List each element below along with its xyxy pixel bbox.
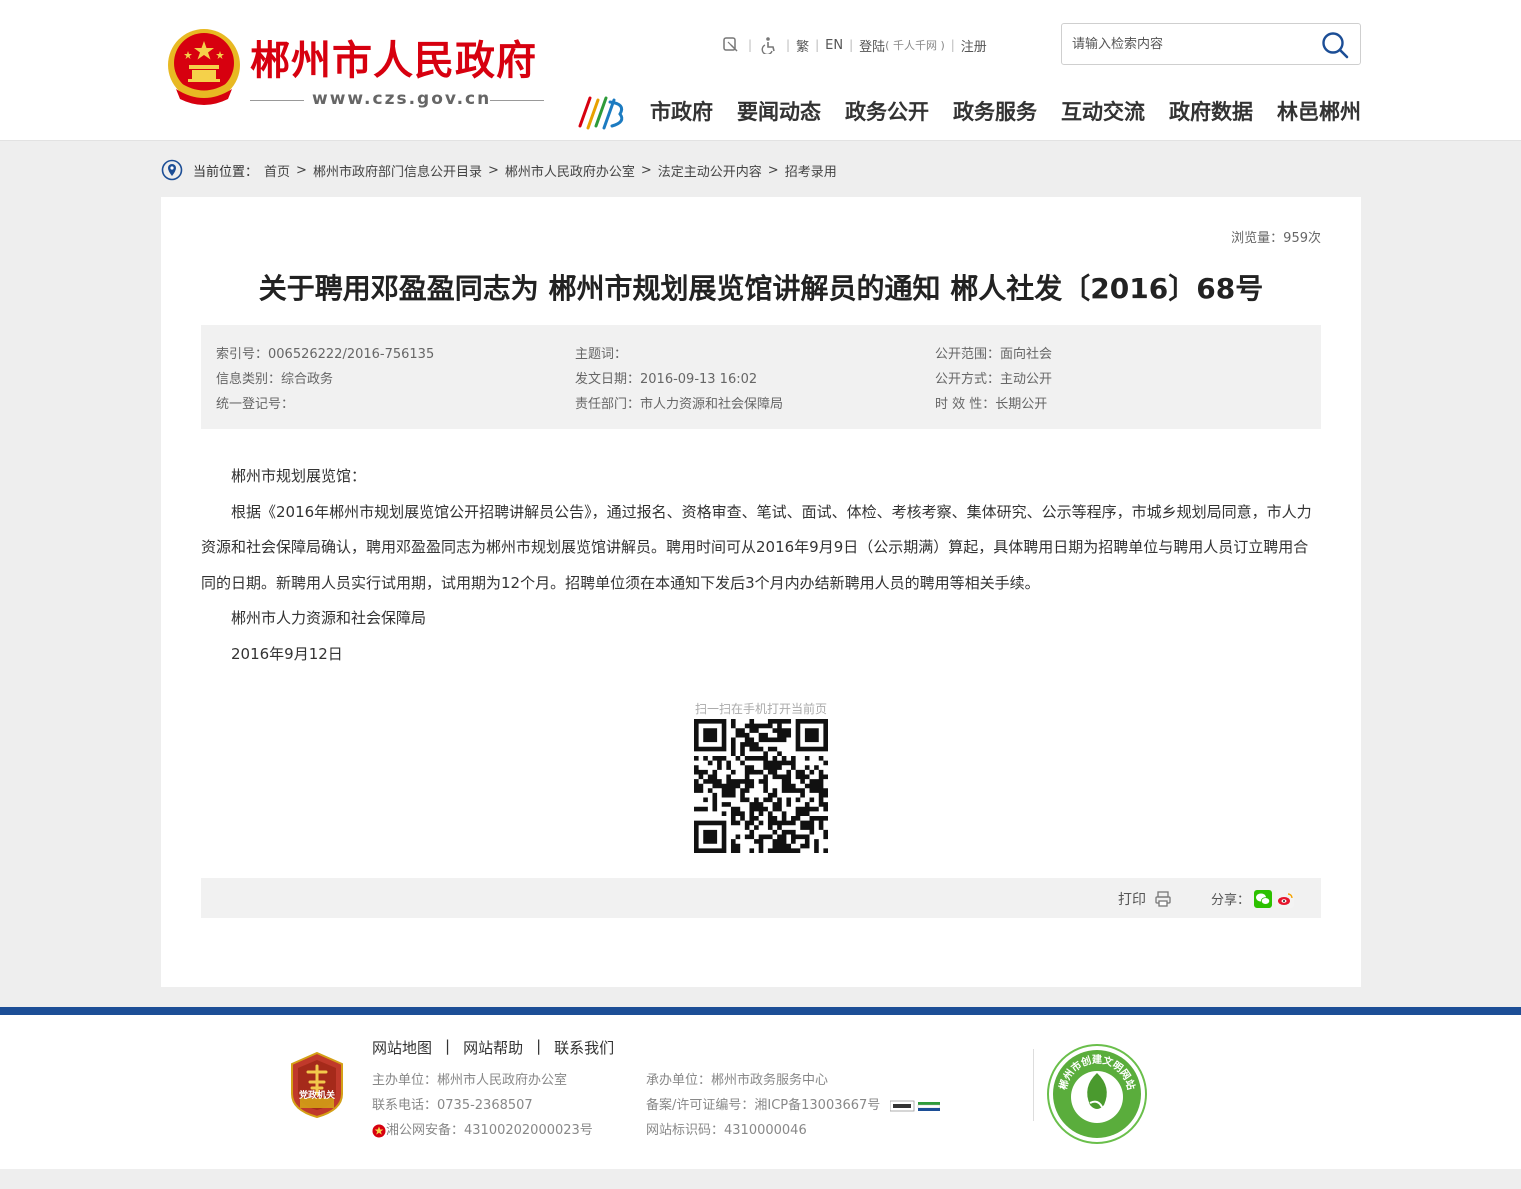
nav-item-linyi-chenzhou[interactable]: 林邑郴州: [1277, 96, 1361, 128]
breadcrumb-separator: >: [767, 162, 779, 178]
breadcrumb-item-office[interactable]: 郴州市人民政府办公室: [505, 161, 635, 180]
nav-item-government-affairs[interactable]: 政务公开: [845, 96, 929, 128]
url-divider-left: [250, 100, 304, 101]
meta-column: 主题词： 发文日期：2016-09-13 16:02 责任部门：市人力资源和社会…: [575, 342, 783, 417]
meta-disclosure-method: 公开方式：主动公开: [935, 372, 1053, 387]
footer-bottom-strip: [0, 1169, 1521, 1189]
footer-accent-bar: [0, 1007, 1521, 1015]
share-group: 分享：: [1211, 889, 1295, 908]
body-signature: 郴州市人力资源和社会保障局: [231, 609, 427, 627]
nav-item-interaction[interactable]: 互动交流: [1061, 96, 1145, 128]
breadcrumb-home[interactable]: 首页: [264, 161, 290, 180]
footer-link-sitemap[interactable]: 网站地图: [372, 1037, 432, 1058]
meta-keywords: 主题词：: [575, 347, 628, 362]
nav-item-services[interactable]: 政务服务: [953, 96, 1037, 128]
site-name[interactable]: 郴州市人民政府: [250, 36, 537, 86]
location-pin-icon: [161, 159, 183, 181]
search-box: [1061, 23, 1361, 65]
body-paragraph: 根据《2016年郴州市规划展览馆公开招聘讲解员公告》，通过报名、资格审查、笔试、…: [201, 502, 1312, 592]
breadcrumb-item-recruitment[interactable]: 招考录用: [785, 161, 837, 180]
top-link-separator: |: [849, 38, 854, 52]
footer-host: 主办单位：郴州市人民政府办公室: [372, 1073, 568, 1088]
national-emblem-icon[interactable]: [164, 27, 244, 109]
login-link[interactable]: 登陆: [859, 36, 885, 55]
screen-reader-icon[interactable]: [720, 34, 742, 56]
footer-link-separator: |: [536, 1037, 542, 1055]
meta-scope: 公开范围：面向社会: [935, 347, 1053, 362]
meta-issue-date: 发文日期：2016-09-13 16:02: [575, 372, 758, 387]
footer-organizer: 承办单位：郴州市政务服务中心: [646, 1073, 829, 1088]
meta-index-number: 索引号：006526222/2016-756135: [216, 347, 435, 362]
breadcrumb-separator: >: [296, 162, 307, 178]
meta-registration-number: 统一登记号：: [216, 397, 295, 412]
article-panel: 浏览量：959次 关于聘用邓盈盈同志为 郴州市规划展览馆讲解员的通知 郴人社发〔…: [161, 197, 1361, 987]
site-url: www.czs.gov.cn: [312, 89, 492, 109]
footer-site-id: 网站标识码：4310000046: [646, 1123, 807, 1138]
nav-item-news[interactable]: 要闻动态: [737, 96, 821, 128]
city-logo-icon: [578, 96, 624, 130]
wechat-icon[interactable]: [1254, 889, 1273, 908]
print-button[interactable]: 打印: [1118, 889, 1172, 909]
footer-police-record[interactable]: 湘公网安备：43100202000023号: [372, 1118, 593, 1143]
qr-code: [694, 719, 828, 853]
footer-link-help[interactable]: 网站帮助: [463, 1037, 523, 1058]
meta-department: 责任部门：市人力资源和社会保障局: [575, 397, 784, 412]
party-government-badge-icon[interactable]: [290, 1052, 344, 1118]
meta-category: 信息类别：综合政务: [216, 372, 334, 387]
article-meta: 索引号：006526222/2016-756135 信息类别：综合政务 统一登记…: [201, 325, 1321, 429]
footer-phone: 联系电话：0735-2368507: [372, 1098, 533, 1113]
body-salutation: 郴州市规划展览馆：: [231, 467, 367, 485]
civilized-website-badge-icon[interactable]: 郴州市创建文明网站: [1046, 1043, 1148, 1145]
traditional-chinese-link[interactable]: 繁: [796, 36, 809, 55]
top-link-separator: |: [950, 38, 955, 52]
top-link-separator: |: [815, 38, 820, 52]
top-links: | | 繁 | EN | 登陆 ( 千人千网 ) | 注册: [720, 33, 987, 57]
top-link-separator: |: [748, 38, 753, 52]
login-note: ( 千人千网 ): [885, 39, 945, 52]
nav-item-city-government[interactable]: 市政府: [650, 96, 713, 128]
print-label: 打印: [1118, 892, 1146, 908]
english-link[interactable]: EN: [825, 38, 843, 53]
article-toolbar: 打印 分享：: [201, 878, 1321, 918]
body-date: 2016年9月12日: [231, 644, 343, 663]
register-link[interactable]: 注册: [961, 36, 987, 55]
breadcrumb: 当前位置： 首页 > 郴州市政府部门信息公开目录 > 郴州市人民政府办公室 > …: [161, 158, 837, 182]
printer-icon: [1155, 891, 1171, 907]
top-link-separator: |: [786, 38, 791, 52]
accessibility-icon[interactable]: [758, 34, 780, 56]
article-title: 关于聘用邓盈盈同志为 郴州市规划展览馆讲解员的通知 郴人社发〔2016〕68号: [258, 272, 1264, 305]
footer-icp[interactable]: 备案/许可证编号：湘ICP备13003667号: [646, 1093, 941, 1118]
meta-validity: 时 效 性：长期公开: [935, 397, 1048, 412]
qr-caption: 扫一扫在手机打开当前页: [694, 702, 827, 716]
main-nav: 市政府 要闻动态 政务公开 政务服务 互动交流 政府数据 林邑郴州: [650, 96, 1361, 128]
breadcrumb-separator: >: [487, 162, 499, 178]
footer-links: 网站地图 | 网站帮助 | 联系我们: [372, 1037, 614, 1058]
footer-link-separator: |: [445, 1037, 451, 1055]
police-emblem-icon: [372, 1124, 386, 1137]
search-input[interactable]: [1072, 33, 1312, 55]
breadcrumb-item-catalog[interactable]: 郴州市政府部门信息公开目录: [313, 161, 482, 180]
footer-info-left: 主办单位：郴州市人民政府办公室 联系电话：0735-2368507 湘公网安备：…: [372, 1068, 593, 1143]
footer-icp-text: 备案/许可证编号：湘ICP备13003667号: [646, 1098, 881, 1113]
footer-divider: [1033, 1049, 1034, 1121]
breadcrumb-item-statutory[interactable]: 法定主动公开内容: [658, 161, 762, 180]
search-icon[interactable]: [1320, 30, 1350, 60]
breadcrumb-label: 当前位置：: [193, 164, 259, 180]
footer-link-contact[interactable]: 联系我们: [554, 1037, 614, 1058]
footer-info-right: 承办单位：郴州市政务服务中心 备案/许可证编号：湘ICP备13003667号 网…: [646, 1068, 941, 1143]
share-label: 分享：: [1211, 893, 1251, 908]
icp-badge-icon: [890, 1100, 941, 1111]
weibo-icon[interactable]: [1276, 889, 1295, 908]
site-header: 郴州市人民政府 www.czs.gov.cn | | 繁 | EN | 登陆 (…: [0, 0, 1521, 141]
nav-item-data[interactable]: 政府数据: [1169, 96, 1253, 128]
party-badge-text: 党政机关: [298, 1091, 335, 1101]
view-count: 浏览量：959次: [1231, 231, 1321, 246]
meta-column: 公开范围：面向社会 公开方式：主动公开 时 效 性：长期公开: [935, 342, 1052, 417]
url-divider-right: [490, 100, 544, 101]
footer-police-record-text: 湘公网安备：43100202000023号: [386, 1123, 593, 1138]
meta-column: 索引号：006526222/2016-756135 信息类别：综合政务 统一登记…: [216, 342, 434, 417]
breadcrumb-separator: >: [640, 162, 652, 178]
site-footer: 党政机关 网站地图 | 网站帮助 | 联系我们 主办单位：郴州市人民政府办公室 …: [0, 1015, 1521, 1169]
article-body: 郴州市规划展览馆： 根据《2016年郴州市规划展览馆公开招聘讲解员公告》，通过报…: [201, 459, 1321, 672]
